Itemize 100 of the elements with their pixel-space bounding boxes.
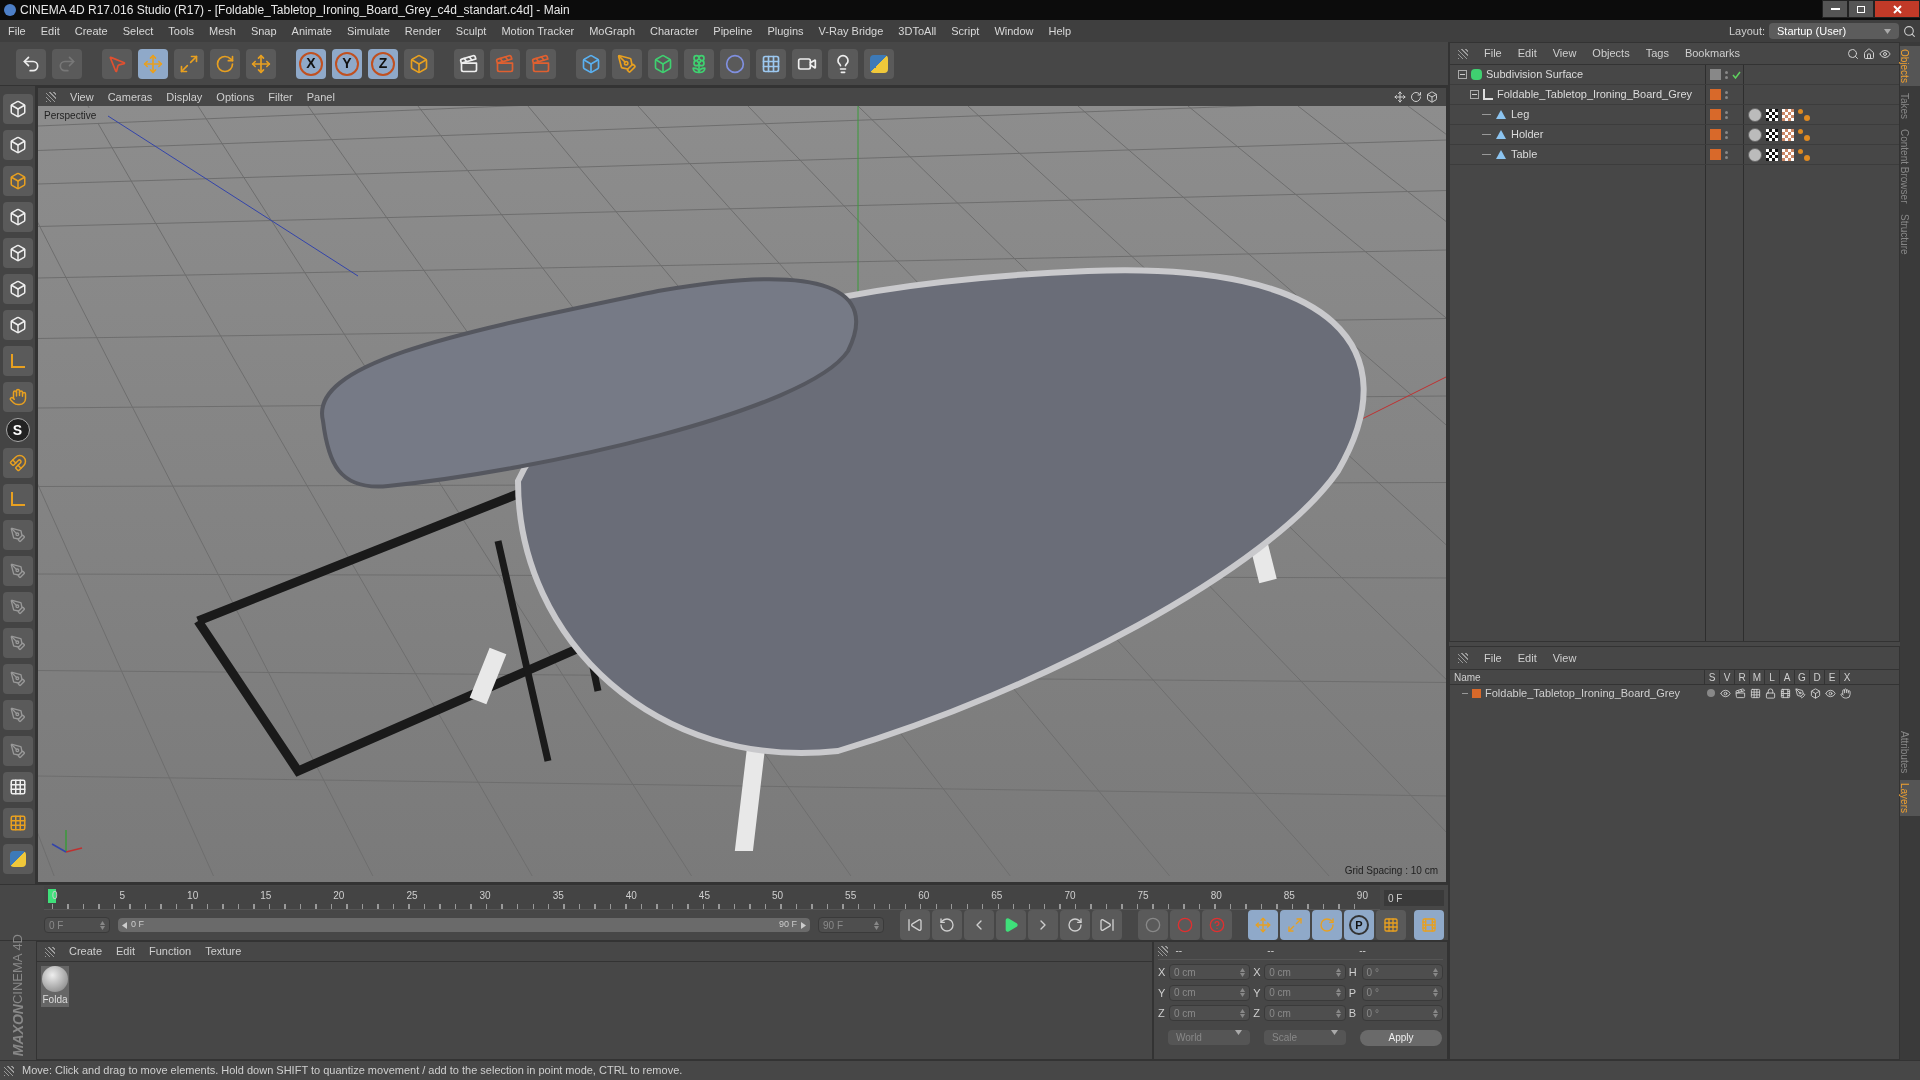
visibility-dots-icon[interactable] [1725, 110, 1728, 119]
go-to-start-button[interactable] [900, 910, 930, 940]
visibility-dots-icon[interactable] [1725, 150, 1728, 159]
objects-menu-item[interactable]: Objects [1592, 45, 1630, 62]
objects-menu-item[interactable]: Tags [1645, 45, 1669, 62]
playhead-marker[interactable] [48, 889, 56, 903]
go-to-end-button[interactable] [1092, 910, 1122, 940]
menu-item[interactable]: Character [650, 22, 699, 40]
column-header[interactable]: M [1749, 669, 1764, 685]
side-tab[interactable]: Attributes [1900, 727, 1920, 776]
menu-item[interactable]: Simulate [346, 22, 390, 40]
menu-item[interactable]: Render [404, 22, 441, 40]
object-mode-button[interactable] [2, 130, 33, 160]
viewport-menu-item[interactable]: View [70, 88, 94, 106]
objects-menu-item[interactable]: Edit [1517, 45, 1537, 62]
layout-dropdown[interactable]: Startup (User) [1769, 23, 1899, 39]
menu-item[interactable]: MoGraph [589, 22, 636, 40]
checker-tag-icon[interactable] [1766, 128, 1778, 141]
close-button[interactable] [1874, 0, 1920, 18]
menu-item[interactable]: Select [122, 22, 154, 40]
column-header[interactable]: L [1764, 669, 1779, 685]
viewport[interactable]: Perspective Grid Spacing : 10 cm [38, 106, 1446, 882]
menu-item[interactable]: Edit [40, 22, 60, 40]
model-mode-button[interactable] [2, 94, 33, 124]
spinner-arrows-icon[interactable] [1240, 988, 1246, 998]
maximize-button[interactable] [1848, 0, 1874, 18]
panel-grip-icon[interactable] [4, 1065, 14, 1076]
tweak-button[interactable] [2, 382, 33, 412]
viewport-menu-item[interactable]: Panel [306, 88, 335, 106]
menu-item[interactable]: Plugins [767, 22, 804, 40]
material-tag-icon[interactable] [1748, 147, 1762, 162]
spinner-arrows-icon[interactable] [1335, 1008, 1341, 1018]
render-settings-button[interactable] [526, 48, 556, 79]
material-tag-icon[interactable] [1748, 107, 1762, 122]
search-icon[interactable] [1903, 24, 1916, 38]
previous-frame-button[interactable] [964, 910, 994, 940]
layers-menu-item[interactable]: View [1552, 649, 1577, 667]
clapperboard-icon[interactable] [1735, 687, 1746, 699]
render-picture-button[interactable] [490, 48, 520, 79]
dots-tag-icon[interactable] [1798, 108, 1810, 121]
menu-item[interactable]: File [8, 22, 26, 40]
axis-lock-button[interactable]: Y [332, 48, 362, 79]
panel-grip-icon[interactable] [45, 946, 55, 957]
python-button[interactable] [2, 844, 33, 874]
objects-menu-item[interactable]: View [1552, 45, 1577, 62]
dots-tag-icon[interactable] [1798, 128, 1810, 141]
checker-lock-button[interactable] [2, 772, 33, 802]
viewport-menu-item[interactable]: Cameras [107, 88, 153, 106]
objects-menu-item[interactable]: Bookmarks [1684, 45, 1740, 62]
cloner-button[interactable] [684, 48, 714, 79]
layers-menu-item[interactable]: Edit [1517, 649, 1537, 667]
collapse-toggle[interactable] [1458, 70, 1467, 79]
side-tab[interactable]: Structure [1900, 210, 1920, 258]
menu-item[interactable]: Tools [168, 22, 194, 40]
visibility-dots-icon[interactable] [1725, 70, 1728, 79]
brush-button[interactable] [2, 700, 33, 730]
spinner-arrows-icon[interactable] [1240, 1008, 1246, 1018]
menu-item[interactable]: Window [994, 22, 1034, 40]
pen-button[interactable] [612, 48, 642, 79]
apply-button[interactable]: Apply [1360, 1029, 1442, 1046]
range-slider[interactable]: 0 F 90 F [118, 918, 810, 932]
points-mode-button[interactable] [2, 238, 33, 268]
rotate-button[interactable] [210, 48, 240, 79]
axis-lock-button[interactable]: X [296, 48, 326, 79]
menu-item[interactable]: Help [1048, 22, 1072, 40]
render-view-button[interactable] [454, 48, 484, 79]
layer-swatch[interactable] [1472, 688, 1481, 698]
spinner-arrows-icon[interactable] [1335, 988, 1341, 998]
material-menu-item[interactable]: Edit [116, 943, 135, 960]
menu-item[interactable]: Sculpt [455, 22, 487, 40]
texture-mode-button[interactable] [2, 166, 33, 196]
brush-button[interactable] [2, 664, 33, 694]
brush-button[interactable] [2, 556, 33, 586]
subdivision-button[interactable] [648, 48, 678, 79]
viewport-menu-item[interactable]: Display [166, 88, 203, 106]
minimize-button[interactable] [1822, 0, 1848, 18]
check-icon[interactable] [1732, 70, 1741, 79]
menu-item[interactable]: Mesh [209, 22, 236, 40]
panel-grip-icon[interactable] [1158, 945, 1168, 956]
material-menu-item[interactable]: Create [69, 943, 103, 960]
spinner-arrows-icon[interactable] [1433, 988, 1438, 998]
object-name[interactable]: Holder [1511, 126, 1544, 143]
checker-tag-icon[interactable] [1766, 108, 1778, 121]
undo-button[interactable] [16, 48, 46, 79]
panel-grip-icon[interactable] [1458, 48, 1468, 59]
menu-item[interactable]: V-Ray Bridge [818, 22, 884, 40]
timeline-ruler[interactable]: 0 5 10 15 20 25 30 35 40 45 50 55 60 65 70 75 80 85 90 [44, 886, 1380, 910]
spinner-arrows-icon[interactable] [874, 920, 879, 930]
column-header[interactable]: D [1809, 669, 1824, 685]
magnet-button[interactable] [2, 448, 33, 478]
eye-icon[interactable] [1879, 47, 1891, 60]
spinner-arrows-icon[interactable] [1240, 967, 1246, 977]
layer-swatch[interactable] [1710, 109, 1721, 120]
visibility-dots-icon[interactable] [1725, 130, 1728, 139]
left-arrow-icon[interactable] [122, 921, 127, 929]
material-menu-item[interactable]: Texture [205, 943, 242, 960]
point-level-button[interactable] [1376, 910, 1406, 940]
column-header[interactable]: A [1779, 669, 1794, 685]
scale-button[interactable] [174, 48, 204, 79]
panel-grip-icon[interactable] [1458, 653, 1468, 663]
